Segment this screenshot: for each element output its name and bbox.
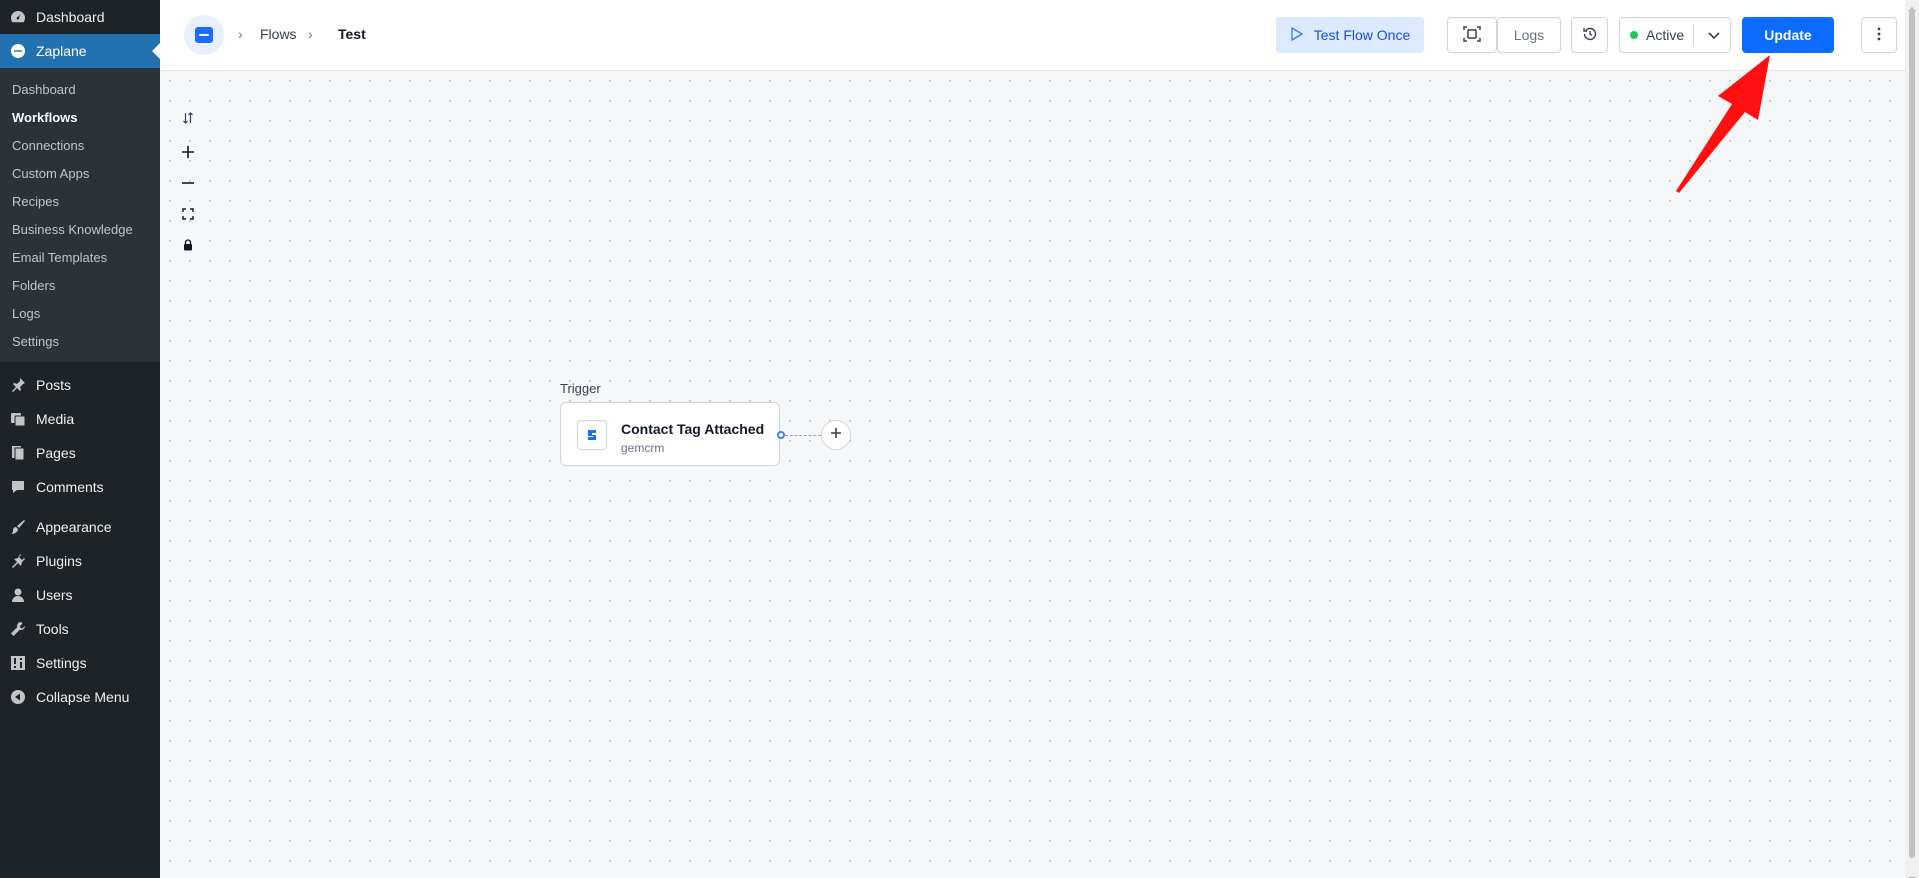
wp-menu-tools[interactable]: Tools [0,612,160,646]
submenu-recipes[interactable]: Recipes [0,187,160,215]
wp-menu-users[interactable]: Users [0,578,160,612]
submenu-email-templates[interactable]: Email Templates [0,243,160,271]
user-icon [10,587,26,603]
swap-vertical-icon [182,111,194,129]
wrench-icon [10,621,26,637]
submenu-business-knowledge[interactable]: Business Knowledge [0,215,160,243]
gemcrm-app-icon [577,420,607,450]
wp-menu-dashboard[interactable]: Dashboard [0,0,160,34]
flow-editor-header: › Flows › Test Test Flow Once Logs Activ… [160,0,1905,71]
wp-menu-label: Media [36,411,75,427]
chevron-right-icon: › [238,26,243,42]
wp-menu-label: Settings [36,655,87,671]
node-subtitle: gemcrm [621,441,665,455]
logo-icon [195,27,213,43]
plugin-icon [10,553,26,569]
submenu-custom-apps[interactable]: Custom Apps [0,159,160,187]
breadcrumb-current: Test [338,26,366,42]
plus-icon [181,145,195,164]
node-title: Contact Tag Attached [621,421,765,437]
kebab-menu-icon [1877,27,1881,44]
fullscreen-icon [182,207,194,225]
swap-direction-button[interactable] [176,108,200,132]
wp-menu-label: Posts [36,377,72,393]
wp-menu-label: Collapse Menu [36,689,130,705]
screenshot-button[interactable] [1447,17,1497,53]
scan-icon [1463,25,1481,46]
submenu-settings[interactable]: Settings [0,327,160,355]
status-dropdown[interactable]: Active [1619,17,1731,53]
logs-button[interactable]: Logs [1497,17,1561,53]
scroll-up-arrow-icon[interactable] [1908,0,1916,11]
wp-menu-label: Comments [36,479,104,495]
status-dot-icon [1630,31,1638,39]
lock-icon [183,238,193,256]
breadcrumb-flows[interactable]: Flows [260,26,297,42]
wp-menu-label: Dashboard [36,9,105,25]
more-options-button[interactable] [1861,17,1897,53]
test-flow-label: Test Flow Once [1313,27,1411,43]
node-output-handle[interactable] [777,431,785,439]
wp-menu-media[interactable]: Media [0,402,160,436]
wp-menu-zaplane[interactable]: Zaplane [0,34,160,68]
settings-icon [10,655,26,671]
media-icon [10,411,26,427]
lock-canvas-button[interactable] [176,235,200,259]
trigger-node[interactable]: Contact Tag Attached gemcrm [560,402,780,466]
dashboard-icon [10,9,26,25]
update-button[interactable]: Update [1742,17,1834,53]
wp-menu-pages[interactable]: Pages [0,436,160,470]
flow-canvas[interactable] [160,71,1905,878]
test-flow-button[interactable]: Test Flow Once [1276,17,1424,53]
wp-menu-label: Users [36,587,73,603]
add-step-button[interactable] [821,420,851,450]
submenu-dashboard[interactable]: Dashboard [0,75,160,103]
zoom-out-button[interactable] [176,173,200,197]
wp-menu-label: Appearance [36,519,112,535]
chevron-right-icon: › [308,26,313,42]
wp-menu-label: Plugins [36,553,82,569]
submenu-workflows[interactable]: Workflows [0,103,160,131]
update-label: Update [1764,27,1812,43]
wp-menu-collapse[interactable]: Collapse Menu [0,680,160,714]
wp-menu-appearance[interactable]: Appearance [0,510,160,544]
minus-icon [181,176,195,195]
zoom-in-button[interactable] [176,142,200,166]
trigger-label: Trigger [560,381,601,396]
vertical-scrollbar[interactable] [1905,0,1919,878]
collapse-icon [10,689,26,705]
wp-menu-posts[interactable]: Posts [0,368,160,402]
chevron-down-icon[interactable] [1706,27,1722,46]
scroll-down-arrow-icon[interactable] [1908,870,1916,878]
pages-icon [10,445,26,461]
dashed-connector [785,435,821,436]
zaplane-submenu: Dashboard Workflows Connections Custom A… [0,68,160,362]
submenu-connections[interactable]: Connections [0,131,160,159]
plus-icon [830,426,842,444]
wp-admin-sidebar: Dashboard Zaplane Dashboard Workflows Co… [0,0,160,878]
wp-menu-label: Tools [36,621,69,637]
wp-menu-label: Pages [36,445,76,461]
wp-menu-comments[interactable]: Comments [0,470,160,504]
brush-icon [10,519,26,535]
scrollbar-thumb[interactable] [1909,8,1915,858]
play-icon [1290,26,1304,44]
zaplane-icon [10,43,26,59]
comment-icon [10,479,26,495]
app-logo[interactable] [184,15,224,55]
wp-menu-plugins[interactable]: Plugins [0,544,160,578]
history-button[interactable] [1571,17,1608,53]
status-label: Active [1646,27,1685,43]
wp-menu-label: Zaplane [36,43,87,59]
canvas-controls [176,108,200,266]
logs-label: Logs [1513,27,1545,43]
wp-menu-settings[interactable]: Settings [0,646,160,680]
history-icon [1582,26,1598,45]
annotation-arrow-icon [1676,55,1770,193]
submenu-logs[interactable]: Logs [0,299,160,327]
submenu-folders[interactable]: Folders [0,271,160,299]
fit-view-button[interactable] [176,204,200,228]
pin-icon [10,377,26,393]
